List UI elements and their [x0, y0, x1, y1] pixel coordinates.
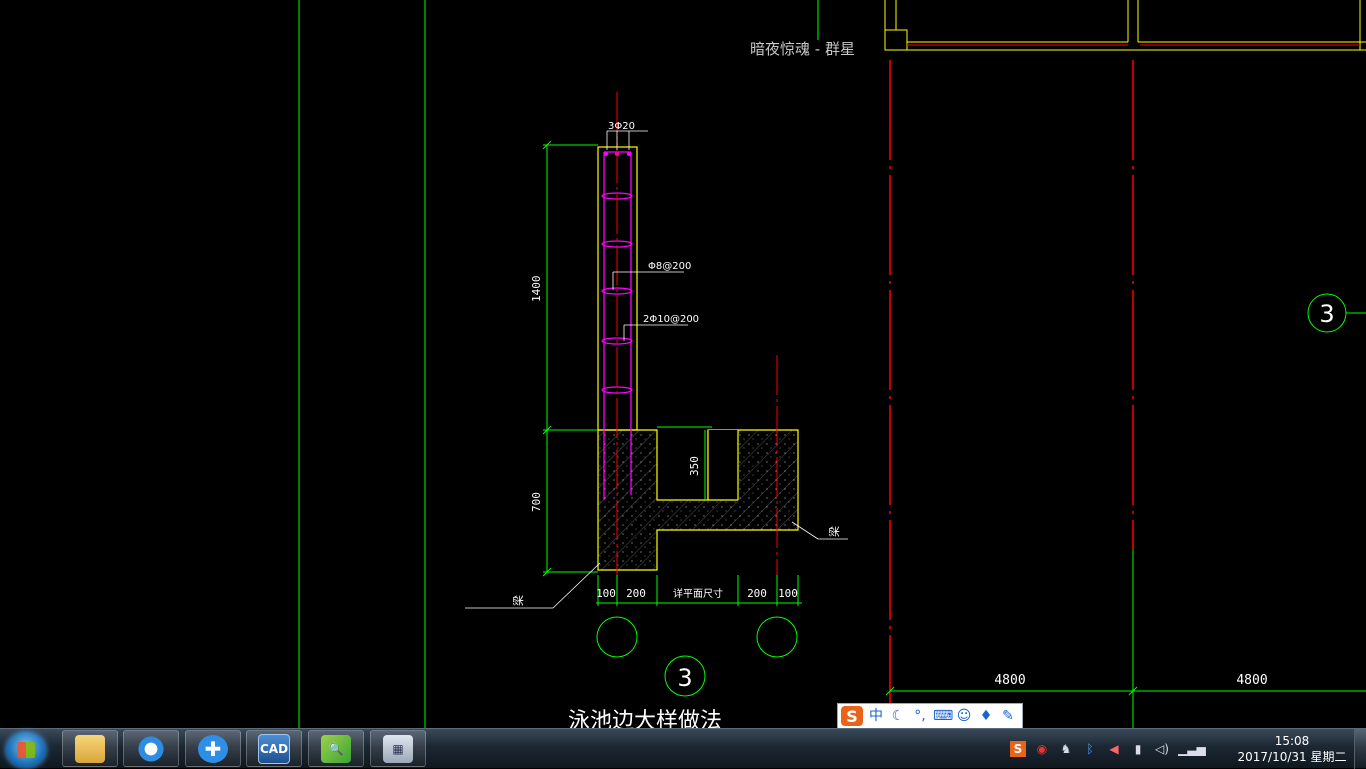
taskbar: ✚ CAD 🔍 ▦ S ◉ ♞ ᛒ ◀ ▮ ◁) ▁▃▅ 15:08 2017/…	[0, 728, 1366, 769]
detail-caption: 泳池边大样做法	[568, 709, 722, 728]
taskbar-app-plus[interactable]: ✚	[185, 730, 241, 767]
device-icon[interactable]: ▮	[1130, 741, 1146, 757]
cad-app-icon: CAD	[258, 733, 290, 764]
qq-icon[interactable]: ♞	[1058, 741, 1074, 757]
windows-logo-icon	[17, 742, 35, 758]
speaker-muted-icon[interactable]: ◀	[1106, 741, 1122, 757]
sogou-tray-icon[interactable]: S	[1010, 741, 1026, 757]
skin-icon[interactable]: ♦	[977, 706, 995, 726]
plan-structure	[884, 0, 1366, 51]
axis-marker-right-label: 3	[1319, 300, 1334, 328]
network-signal-icon[interactable]: ▁▃▅	[1178, 741, 1206, 757]
stirrup-label-2: 2Φ10@200	[643, 314, 699, 325]
taskbar-app-file-explorer[interactable]	[62, 730, 118, 767]
taskbar-clock[interactable]: 15:08 2017/10/31 星期二	[1236, 733, 1348, 765]
dim-pit-depth: 350	[688, 456, 701, 476]
system-tray: S ◉ ♞ ᛒ ◀ ▮ ◁) ▁▃▅	[1010, 729, 1206, 769]
user-icon[interactable]: ☺	[955, 706, 973, 726]
dim-bottom-1: 100	[596, 587, 616, 600]
music-title-overlay: 暗夜惊魂 - 群星	[750, 40, 855, 58]
leader-label-left: 梁	[511, 595, 525, 606]
pool-edge-section: 3Φ20 Φ8@200 2Φ10@200 1400 700 350 100 20…	[465, 92, 848, 728]
dim-bottom-3: 200	[747, 587, 767, 600]
dim-span-2: 4800	[1236, 673, 1267, 688]
sogou-logo-icon[interactable]: S	[841, 706, 863, 726]
magnifier-icon: 🔍	[321, 734, 351, 763]
dim-bottom-mid: 详平面尺寸	[673, 587, 723, 600]
volume-icon[interactable]: ◁)	[1154, 741, 1170, 757]
section-marker-label: 3	[677, 664, 692, 692]
dim-bottom-4: 100	[778, 587, 798, 600]
browser-icon	[136, 734, 166, 763]
rebar-top-label: 3Φ20	[608, 121, 635, 132]
dim-span-1: 4800	[994, 673, 1025, 688]
punctuation-icon[interactable]: °,	[911, 706, 929, 726]
cad-canvas[interactable]: 3 4800 4800 3Φ20 Φ8@200 2Φ10@200 1400 70…	[0, 0, 1366, 728]
wrench-icon[interactable]: ✎	[999, 706, 1017, 726]
show-desktop-button[interactable]	[1354, 729, 1366, 769]
keyboard-icon[interactable]: ⌨	[933, 706, 953, 726]
taskbar-app-image-viewer[interactable]: 🔍	[308, 730, 364, 767]
calculator-icon: ▦	[383, 734, 413, 763]
taskbar-app-qq-browser[interactable]	[123, 730, 179, 767]
taskbar-app-cad[interactable]: CAD	[246, 730, 302, 767]
stirrup-label-1: Φ8@200	[648, 261, 691, 272]
dim-wall-height: 1400	[530, 276, 543, 303]
folder-icon	[75, 734, 105, 763]
plus-icon: ✚	[198, 734, 228, 763]
moon-icon[interactable]: ☾	[889, 706, 907, 726]
dim-base-height: 700	[530, 492, 543, 512]
ime-mode-button[interactable]: 中	[867, 706, 885, 726]
bluetooth-icon[interactable]: ᛒ	[1082, 741, 1098, 757]
ime-toolbar[interactable]: S 中 ☾ °, ⌨ ☺ ♦ ✎	[837, 703, 1023, 729]
clock-date: 2017/10/31 星期二	[1237, 750, 1347, 764]
netease-music-icon[interactable]: ◉	[1034, 741, 1050, 757]
taskbar-app-calculator[interactable]: ▦	[370, 730, 426, 767]
clock-time: 15:08	[1274, 734, 1310, 748]
dim-bottom-2: 200	[626, 587, 646, 600]
start-button[interactable]	[6, 732, 46, 768]
leader-label-right: 梁	[827, 526, 841, 537]
